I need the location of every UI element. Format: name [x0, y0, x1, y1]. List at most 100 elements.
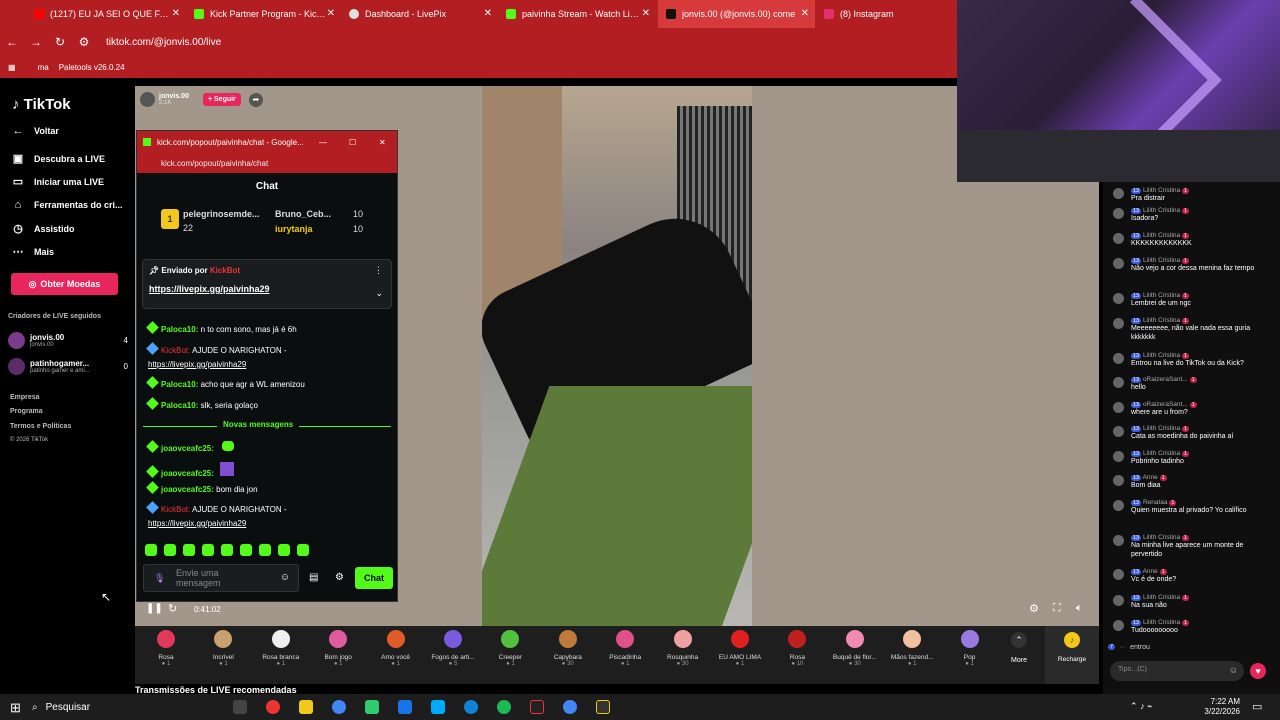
- close-icon[interactable]: ✕: [642, 8, 650, 19]
- creator-item[interactable]: patinhogamer... patinho gamer e ami... 0: [8, 358, 128, 375]
- send-chat-button[interactable]: Chat: [355, 567, 393, 589]
- more-gifts-button[interactable]: ⌃ More: [1004, 632, 1034, 664]
- leader-name[interactable]: Bruno_Ceb...: [275, 209, 331, 219]
- footer-link[interactable]: Programa: [10, 408, 43, 415]
- recharge-button[interactable]: ♪ Recharge: [1045, 626, 1099, 684]
- emote-icon[interactable]: [240, 544, 252, 556]
- gift-item[interactable]: Rosquinha ● 30: [657, 630, 709, 667]
- back-arrow-icon[interactable]: ←: [0, 35, 24, 49]
- emoji-icon[interactable]: ☺: [1229, 665, 1238, 675]
- tab-instagram[interactable]: (8) Instagram: [816, 0, 956, 28]
- clock[interactable]: 7:22 AM 3/22/2026: [1200, 697, 1240, 717]
- refresh-icon[interactable]: ↻: [168, 602, 177, 615]
- notification-icon[interactable]: ▭: [1252, 700, 1262, 713]
- emote-icon[interactable]: [221, 544, 233, 556]
- fullscreen-icon[interactable]: ⛶: [1053, 602, 1061, 615]
- avatar[interactable]: [1113, 293, 1124, 304]
- url-field[interactable]: tiktok.com/@jonvis.00/live: [106, 37, 221, 48]
- edge-icon[interactable]: [464, 700, 478, 714]
- gift-item[interactable]: Rosa branca ● 1: [255, 630, 307, 667]
- avatar[interactable]: [1113, 426, 1124, 437]
- more-icon[interactable]: ⋮: [374, 265, 383, 276]
- sidebar-back[interactable]: ← Voltar: [12, 125, 59, 137]
- like-heart-icon[interactable]: ♥: [1250, 663, 1266, 679]
- sidebar-item-discover[interactable]: ▣ Descubra a LIVE: [12, 153, 105, 165]
- avatar[interactable]: [1113, 569, 1124, 580]
- tab-livepix[interactable]: Dashboard - LivePix ✕: [341, 0, 498, 28]
- taskbar-search[interactable]: ⌕ Pesquisar: [32, 697, 212, 717]
- system-tray-icons[interactable]: ⌃ ♪ ⌁: [1130, 701, 1152, 712]
- sidebar-item-more[interactable]: ⋯ Mais: [12, 246, 55, 258]
- get-coins-button[interactable]: ◎ Obter Moedas: [11, 273, 118, 295]
- file-explorer-icon[interactable]: [299, 700, 313, 714]
- avatar[interactable]: [1113, 318, 1124, 329]
- avatar[interactable]: [1113, 475, 1124, 486]
- leader-name[interactable]: pelegrinosemde...: [183, 209, 260, 219]
- avatar[interactable]: [1113, 377, 1124, 388]
- gift-item[interactable]: Incrível ● 1: [197, 630, 249, 667]
- emote-icon[interactable]: [297, 544, 309, 556]
- follow-button[interactable]: + Seguir: [202, 93, 241, 106]
- close-icon[interactable]: ✕: [379, 138, 386, 147]
- avatar[interactable]: [1113, 208, 1124, 219]
- tab-kick-stream[interactable]: paivinha Stream - Watch Live o ✕: [498, 0, 656, 28]
- sidebar-item-creator-tools[interactable]: ⌂ Ferramentas do cri...: [12, 199, 123, 211]
- avatar[interactable]: [1113, 353, 1124, 364]
- avatar[interactable]: [1113, 402, 1124, 413]
- avatar[interactable]: [1113, 233, 1124, 244]
- emote-icon[interactable]: [183, 544, 195, 556]
- task-view-icon[interactable]: [233, 700, 247, 714]
- gift-item[interactable]: Fogos de arti... ● 5: [427, 630, 479, 667]
- avatar[interactable]: [140, 92, 155, 107]
- forward-arrow-icon[interactable]: →: [24, 35, 48, 49]
- pinned-link[interactable]: https://livepix.gg/paivinha29: [149, 284, 270, 294]
- gift-item[interactable]: Rosa ● 1: [140, 630, 192, 667]
- emote-icon[interactable]: [202, 544, 214, 556]
- windows-start-icon[interactable]: ⊞: [10, 700, 21, 716]
- gift-item[interactable]: Pop ● 1: [944, 630, 996, 667]
- sidebar-item-go-live[interactable]: ▭ Iniciar uma LIVE: [12, 176, 104, 188]
- leader-name[interactable]: iurytanja: [275, 224, 313, 234]
- maximize-icon[interactable]: ☐: [349, 138, 356, 147]
- gift-item[interactable]: Piscadinha ● 1: [599, 630, 651, 667]
- close-icon[interactable]: ✕: [327, 8, 335, 19]
- reload-icon[interactable]: ↻: [48, 35, 72, 49]
- chat-link[interactable]: https://livepix.gg/paivinha29: [148, 358, 246, 372]
- tab-youtube[interactable]: (1217) EU JA SEI O QUE FAZER✕: [26, 0, 186, 28]
- tab-tiktok-active[interactable]: jonvis.00 (@jonvis.00) come ✕: [658, 0, 815, 28]
- gift-item[interactable]: Mãos fazend... ● 1: [886, 630, 938, 667]
- avatar[interactable]: [1113, 188, 1124, 199]
- avatar[interactable]: [1113, 595, 1124, 606]
- avatar[interactable]: [1113, 535, 1124, 546]
- avatar[interactable]: [1113, 258, 1124, 269]
- gift-item[interactable]: Rosa ● 10: [771, 630, 823, 667]
- gift-icon[interactable]: ▤: [309, 572, 318, 583]
- emote-icon[interactable]: [259, 544, 271, 556]
- tab-kick-partner[interactable]: Kick Partner Program - Kick Da ✕: [186, 0, 341, 28]
- spotify-icon[interactable]: [497, 700, 511, 714]
- footer-link[interactable]: Empresa: [10, 394, 40, 401]
- close-icon[interactable]: ✕: [172, 8, 180, 19]
- app-icon[interactable]: [365, 700, 379, 714]
- emote-icon[interactable]: [145, 544, 157, 556]
- gift-item[interactable]: Buquê de flor... ● 30: [829, 630, 881, 667]
- emote-icon[interactable]: [164, 544, 176, 556]
- sidebar-item-watched[interactable]: ◷ Assistido: [12, 223, 74, 235]
- emoji-icon[interactable]: ☺: [280, 572, 290, 583]
- emote-icon[interactable]: [278, 544, 290, 556]
- chat-input[interactable]: 🎙︎ Envie uma mensagem ☺: [143, 564, 299, 592]
- obs-icon[interactable]: [596, 700, 610, 714]
- avatar[interactable]: [1113, 451, 1124, 462]
- site-info-icon[interactable]: ⚙: [72, 35, 96, 49]
- footer-link[interactable]: Termos e Políticas: [10, 423, 71, 430]
- settings-icon[interactable]: ⚙: [1029, 602, 1039, 615]
- mic-icon[interactable]: 🎙︎: [154, 573, 165, 584]
- comment-input[interactable]: Tipo...(C) ☺: [1110, 661, 1244, 681]
- avatar[interactable]: [1113, 620, 1124, 631]
- gift-item[interactable]: Amo você ● 1: [370, 630, 422, 667]
- app-icon[interactable]: [431, 700, 445, 714]
- chrome-icon[interactable]: [332, 700, 346, 714]
- chat-link[interactable]: https://livepix.gg/paivinha29: [148, 517, 246, 531]
- close-icon[interactable]: ✕: [484, 8, 492, 19]
- pause-icon[interactable]: ❚❚: [146, 603, 163, 614]
